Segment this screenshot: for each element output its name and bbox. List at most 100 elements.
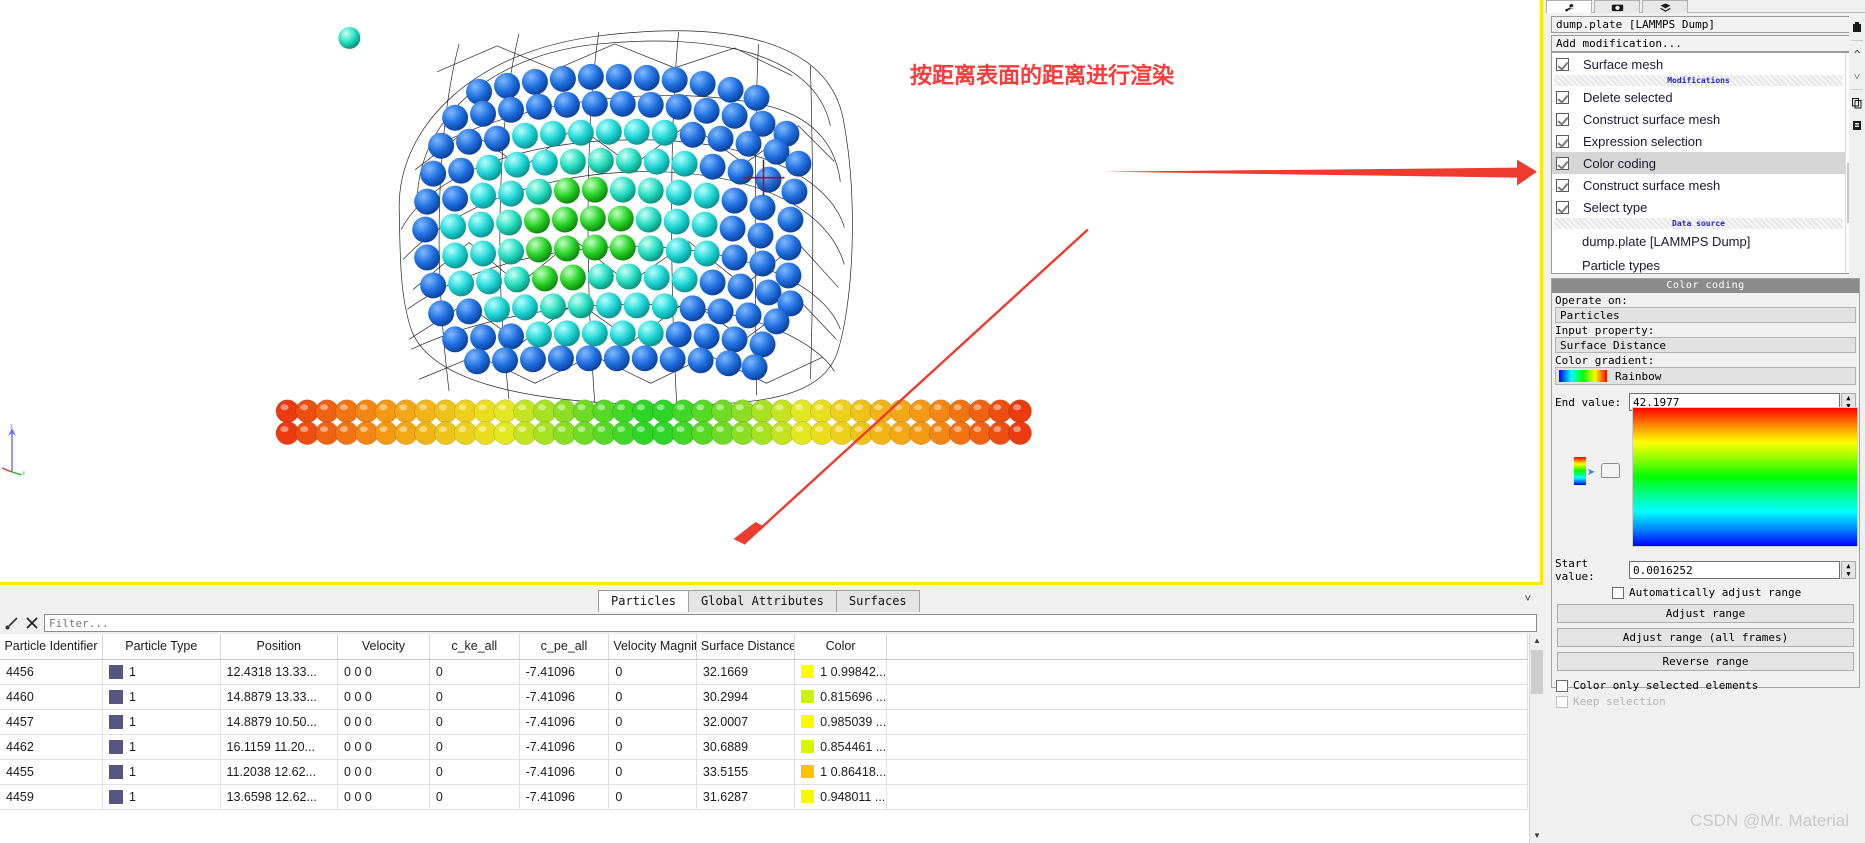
position-cell: 14.8879 13.33... (220, 684, 339, 710)
velocity-magnitude-cell: 0 (608, 709, 697, 735)
color-gradient-select[interactable]: Rainbow (1555, 367, 1856, 385)
pipeline-item[interactable]: Construct surface mesh (1552, 108, 1845, 130)
render-viewport[interactable]: 按距离表面的距离进行渲染 z y (0, 0, 1543, 585)
adjust-range-button[interactable]: Adjust range (1557, 604, 1854, 623)
pipeline-item-checkbox[interactable] (1556, 57, 1569, 71)
col-position[interactable]: Position (220, 634, 339, 660)
scroll-thumb[interactable] (1531, 650, 1543, 694)
move-down-icon[interactable]: ˅ (1849, 65, 1865, 87)
c-ke-all-cell: 0 (429, 659, 520, 685)
spinner-up-icon[interactable]: ▲ (1842, 562, 1855, 570)
pipeline-item-checkbox[interactable] (1556, 200, 1569, 214)
reverse-range-button[interactable]: Reverse range (1557, 652, 1854, 671)
color-coding-panel: Color coding Operate on: Particles Input… (1551, 278, 1860, 708)
pipeline-item-checkbox[interactable] (1556, 134, 1569, 148)
pipeline-item-label: Surface mesh (1583, 56, 1664, 72)
col-c-ke-all[interactable]: c_ke_all (429, 634, 520, 660)
pipeline-item-checkbox[interactable] (1556, 156, 1569, 170)
auto-adjust-range-checkbox-row[interactable]: Automatically adjust range (1612, 586, 1856, 599)
col-surface-distance[interactable]: Surface Distance (696, 634, 796, 660)
operate-on-label: Operate on: (1555, 294, 1628, 307)
toggle-modifier-icon[interactable] (1849, 114, 1865, 136)
scroll-down-icon[interactable]: ▼ (1530, 829, 1544, 843)
pick-particle-icon[interactable] (4, 615, 20, 631)
particle-identifier-cell: 4462 (0, 734, 104, 760)
pipeline-source-item[interactable]: Particle types (1552, 253, 1845, 273)
start-value-input[interactable]: 0.0016252 (1629, 561, 1840, 579)
spinner-down-icon[interactable]: ▼ (1842, 570, 1855, 578)
scroll-up-icon[interactable]: ▲ (1530, 634, 1544, 648)
data-source-combo[interactable]: dump.plate [LAMMPS Dump] ˅ (1551, 16, 1860, 33)
data-source-combo-label: dump.plate [LAMMPS Dump] (1556, 18, 1715, 31)
svg-text:y: y (22, 469, 26, 475)
adjust-range-all-frames-button[interactable]: Adjust range (all frames) (1557, 628, 1854, 647)
auto-adjust-range-checkbox[interactable] (1612, 586, 1624, 599)
copy-modifier-icon[interactable] (1849, 92, 1865, 114)
col-velocity[interactable]: Velocity (337, 634, 430, 660)
tab-particles[interactable]: Particles (598, 590, 690, 612)
move-up-icon[interactable]: ^ (1849, 43, 1865, 65)
col-velocity-magnitude[interactable]: Velocity Magnitude (608, 634, 697, 660)
keep-selection-checkbox (1556, 695, 1568, 708)
input-property-value[interactable]: Surface Distance (1555, 337, 1856, 353)
c-pe-all-cell: -7.41096 (519, 659, 610, 685)
isolated-particle (338, 26, 361, 49)
close-icon[interactable] (24, 615, 40, 631)
collapse-panel-chevron-icon[interactable]: ˅ (1525, 593, 1531, 605)
position-cell: 11.2038 12.62... (220, 759, 339, 785)
start-value-spinner[interactable]: ▲ ▼ (1841, 561, 1856, 579)
pipeline-tab[interactable] (1546, 0, 1592, 13)
table-row[interactable]: 4456 1 12.4318 13.33... 0 0 0 0 -7.41096 0 32.1… (0, 659, 1528, 685)
color-cell: 1 0.86418... (794, 759, 888, 785)
pipeline-item-checkbox[interactable] (1556, 178, 1569, 192)
col-particle-type[interactable]: Particle Type (102, 634, 221, 660)
surface-distance-cell: 33.5155 (696, 759, 796, 785)
table-row[interactable]: 4457 1 14.8879 10.50... 0 0 0 0 -7.41096 0 32.0… (0, 709, 1528, 735)
operate-on-value[interactable]: Particles (1555, 307, 1856, 323)
color-only-selected-checkbox[interactable] (1556, 679, 1568, 692)
export-color-scale-icon[interactable]: ➤ (1574, 457, 1620, 485)
spinner-up-icon[interactable]: ▲ (1842, 394, 1855, 402)
velocity-magnitude-cell: 0 (608, 659, 697, 685)
render-tab[interactable] (1594, 0, 1640, 13)
col-color[interactable]: Color (794, 634, 888, 660)
delete-modifier-icon[interactable] (1849, 16, 1865, 38)
color-swatch (801, 739, 815, 753)
particle-type-cell: 1 (102, 709, 221, 735)
table-row[interactable]: 4455 1 11.2038 12.62... 0 0 0 0 -7.41096 0 33.5… (0, 759, 1528, 785)
data-inspector-panel: Particles Global Attributes Surfaces ˅ F… (0, 588, 1544, 843)
color-only-selected-row[interactable]: Color only selected elements (1556, 679, 1856, 692)
overlays-tab[interactable] (1642, 0, 1688, 13)
table-row[interactable]: 4459 1 13.6598 12.62... 0 0 0 0 -7.41096 0 31.6… (0, 784, 1528, 810)
pipeline-source-item[interactable]: dump.plate [LAMMPS Dump] (1552, 229, 1845, 253)
table-row[interactable]: 4460 1 14.8879 13.33... 0 0 0 0 -7.41096 0 30.2… (0, 684, 1528, 710)
pipeline-item-checkbox[interactable] (1556, 90, 1569, 104)
pipeline-item[interactable]: Surface mesh (1552, 53, 1845, 75)
filter-input[interactable] (44, 614, 1537, 632)
table-vertical-scrollbar[interactable]: ▲ ▼ (1529, 634, 1544, 843)
col-c-pe-all[interactable]: c_pe_all (519, 634, 610, 660)
add-modification-combo[interactable]: Add modification... ˅ (1551, 35, 1860, 52)
pipeline-item[interactable]: Expression selection (1552, 130, 1845, 152)
filler-cell (886, 684, 1528, 710)
particle-type-swatch (109, 714, 124, 729)
pipeline-item-checkbox[interactable] (1556, 112, 1569, 126)
pipeline-item[interactable]: Construct surface mesh (1552, 174, 1845, 196)
tab-global-attributes[interactable]: Global Attributes (688, 590, 837, 612)
pipeline-list[interactable]: Surface mesh Modifications Delete selected… (1551, 52, 1860, 274)
viewport-scene (275, 26, 1537, 545)
table-row[interactable]: 4462 1 16.1159 11.20... 0 0 0 0 -7.41096 0 30.6… (0, 734, 1528, 760)
pipeline-item-label: Color coding (1583, 155, 1656, 171)
pipeline-item[interactable]: Delete selected (1552, 86, 1845, 108)
color-gradient-value: Rainbow (1615, 369, 1662, 383)
command-panel-tabs (1546, 0, 1865, 13)
pipeline-item[interactable]: Select type (1552, 196, 1845, 218)
tab-surfaces[interactable]: Surfaces (835, 590, 920, 612)
velocity-cell: 0 0 0 (337, 759, 430, 785)
filler-cell (886, 784, 1528, 810)
filter-row (0, 612, 1543, 634)
color-swatch (801, 664, 815, 678)
particle-type-cell: 1 (102, 759, 221, 785)
pipeline-item[interactable]: Color coding (1552, 152, 1845, 174)
col-particle-identifier[interactable]: Particle Identifier (0, 634, 104, 660)
